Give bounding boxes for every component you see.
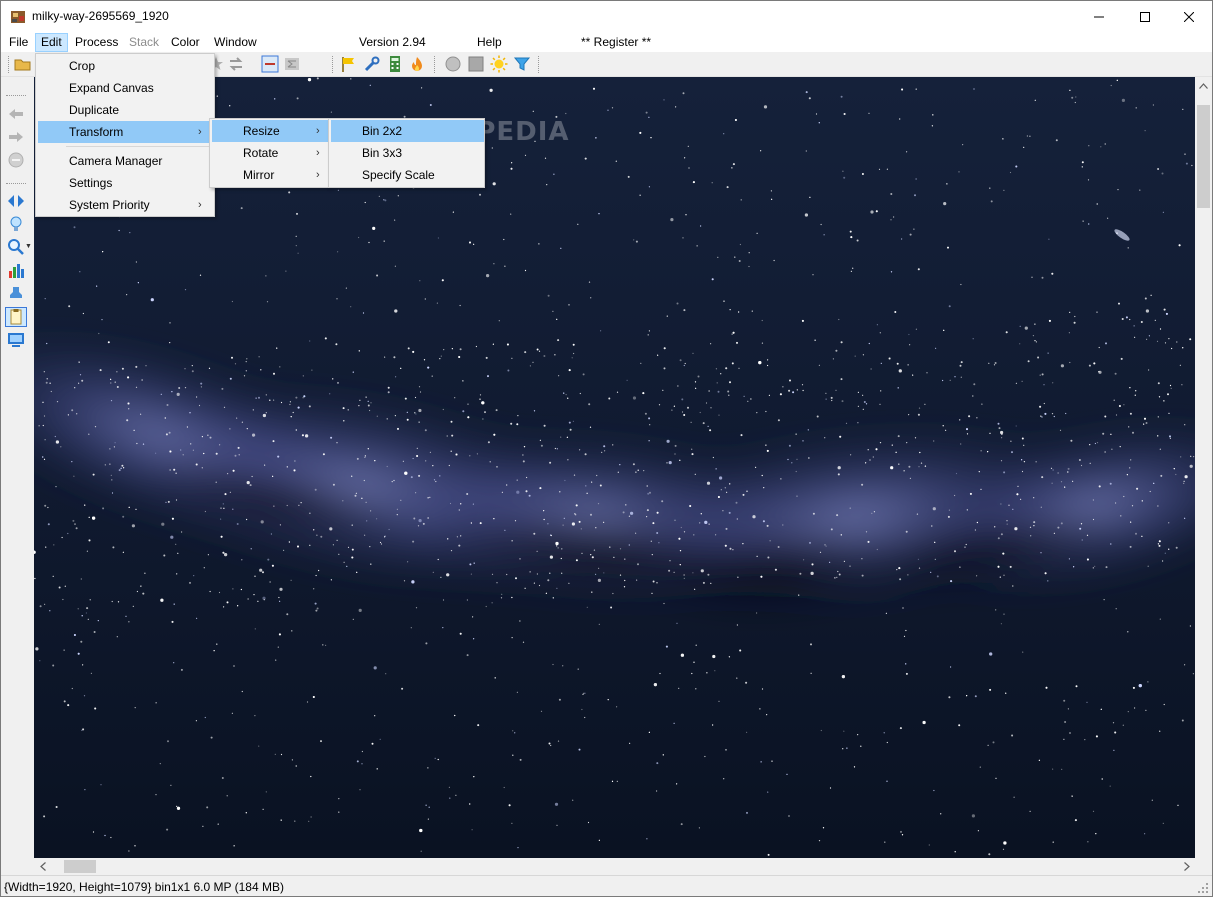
menu-item-bin3x3[interactable]: Bin 3x3 [331, 142, 484, 164]
vertical-scrollbar[interactable] [1195, 77, 1212, 858]
left-toolbar-grip [6, 95, 26, 97]
menu-item-transform[interactable]: Transform › [38, 121, 214, 143]
status-text: {Width=1920, Height=1079} bin1x1 6.0 MP … [4, 880, 284, 894]
wrench-icon[interactable] [363, 55, 381, 73]
no-entry-icon[interactable] [7, 151, 25, 169]
app-icon [11, 11, 25, 23]
menu-item-label: Transform [69, 125, 124, 139]
menu-item-bin2x2[interactable]: Bin 2x2 [331, 120, 484, 142]
resize-grip-icon[interactable] [1197, 882, 1209, 894]
open-folder-icon[interactable] [14, 55, 32, 73]
menu-item-settings[interactable]: Settings [38, 172, 214, 194]
minus-box-icon[interactable] [261, 55, 279, 73]
menu-stack[interactable]: Stack [123, 33, 165, 52]
menu-item-label: Resize [243, 124, 280, 138]
menu-file[interactable]: File [3, 33, 34, 52]
toolbar-separator [434, 56, 436, 73]
monitor-icon[interactable] [7, 330, 25, 348]
status-bar: {Width=1920, Height=1079} bin1x1 6.0 MP … [1, 875, 1212, 896]
menu-item-expand-canvas[interactable]: Expand Canvas [38, 77, 214, 99]
filter-icon[interactable] [513, 55, 531, 73]
menu-item-label: Expand Canvas [69, 81, 154, 95]
menu-item-label: Crop [69, 59, 96, 73]
menu-color[interactable]: Color [165, 33, 206, 52]
menu-item-rotate[interactable]: Rotate › [212, 142, 328, 164]
histogram-icon[interactable] [7, 261, 25, 279]
toolbar-separator [332, 56, 334, 73]
clipboard-icon[interactable] [5, 307, 27, 327]
horizontal-scrollbar[interactable] [34, 858, 1195, 875]
edit-menu: Crop Expand Canvas Duplicate Transform ›… [35, 53, 215, 217]
transform-submenu: Resize › Rotate › Mirror › [209, 118, 329, 188]
scroll-left-icon[interactable] [34, 858, 51, 875]
scroll-up-icon[interactable] [1195, 77, 1212, 94]
menu-version[interactable]: Version 2.94 [353, 33, 432, 52]
menu-item-mirror[interactable]: Mirror › [212, 164, 328, 186]
close-icon [1184, 11, 1194, 22]
stamp-icon[interactable] [7, 284, 25, 302]
square-icon[interactable] [467, 55, 485, 73]
submenu-arrow-icon: › [198, 199, 202, 211]
menu-item-label: Specify Scale [362, 168, 435, 182]
scroll-right-icon[interactable] [1178, 858, 1195, 875]
menu-item-label: Bin 2x2 [362, 124, 403, 138]
menu-separator [66, 146, 210, 147]
submenu-arrow-icon: › [316, 169, 320, 181]
calculator-icon[interactable] [386, 55, 404, 73]
menu-item-label: Camera Manager [69, 154, 163, 168]
maximize-button[interactable] [1122, 1, 1168, 32]
window-title: milky-way-2695569_1920 [32, 9, 169, 23]
menu-item-crop[interactable]: Crop [38, 55, 214, 77]
swap-arrows-icon[interactable] [227, 55, 245, 73]
submenu-arrow-icon: › [316, 147, 320, 159]
menu-process[interactable]: Process [69, 33, 124, 52]
menu-register[interactable]: ** Register ** [575, 33, 657, 52]
menu-item-label: Duplicate [69, 103, 120, 117]
left-toolbar-separator [6, 183, 26, 185]
title-bar: milky-way-2695569_1920 [1, 1, 1212, 32]
sigma-icon[interactable] [283, 55, 301, 73]
menu-item-camera-manager[interactable]: Camera Manager [38, 150, 214, 172]
menu-bar: File Edit Process Stack Color Window Ver… [1, 32, 1212, 52]
menu-item-label: Rotate [243, 146, 279, 160]
left-toolbar: ▼ [1, 77, 34, 858]
resize-submenu: Bin 2x2 Bin 3x3 Specify Scale [328, 118, 485, 188]
menu-item-system-priority[interactable]: System Priority › [38, 194, 214, 216]
horizontal-scroll-thumb[interactable] [64, 860, 96, 873]
flame-icon[interactable] [408, 55, 426, 73]
zoom-dropdown-icon[interactable]: ▼ [25, 243, 32, 250]
forward-arrow-icon[interactable] [7, 128, 25, 146]
submenu-arrow-icon: › [198, 126, 202, 138]
maximize-icon [1140, 11, 1150, 22]
menu-item-resize[interactable]: Resize › [212, 120, 328, 142]
menu-help[interactable]: Help [471, 33, 508, 52]
pan-arrows-icon[interactable] [7, 192, 25, 210]
menu-item-specify-scale[interactable]: Specify Scale [331, 164, 484, 186]
menu-item-label: Bin 3x3 [362, 146, 403, 160]
bulb-icon[interactable] [7, 215, 25, 233]
toolbar-grip [8, 56, 10, 73]
menu-item-label: System Priority [69, 198, 150, 212]
close-button[interactable] [1166, 1, 1212, 32]
toolbar-separator [538, 56, 540, 73]
menu-edit[interactable]: Edit [35, 33, 68, 52]
flag-icon[interactable] [340, 55, 358, 73]
menu-window[interactable]: Window [208, 33, 263, 52]
submenu-arrow-icon: › [316, 125, 320, 137]
menu-item-duplicate[interactable]: Duplicate [38, 99, 214, 121]
menu-item-label: Mirror [243, 168, 275, 182]
circle-icon[interactable] [444, 55, 462, 73]
sun-icon[interactable] [490, 55, 508, 73]
app-window: milky-way-2695569_1920 File Edit Process… [0, 0, 1213, 897]
zoom-icon[interactable] [7, 238, 25, 256]
minimize-icon [1094, 16, 1104, 17]
minimize-button[interactable] [1076, 1, 1122, 32]
vertical-scroll-thumb[interactable] [1197, 105, 1210, 208]
back-arrow-icon[interactable] [7, 105, 25, 123]
menu-item-label: Settings [69, 176, 113, 190]
